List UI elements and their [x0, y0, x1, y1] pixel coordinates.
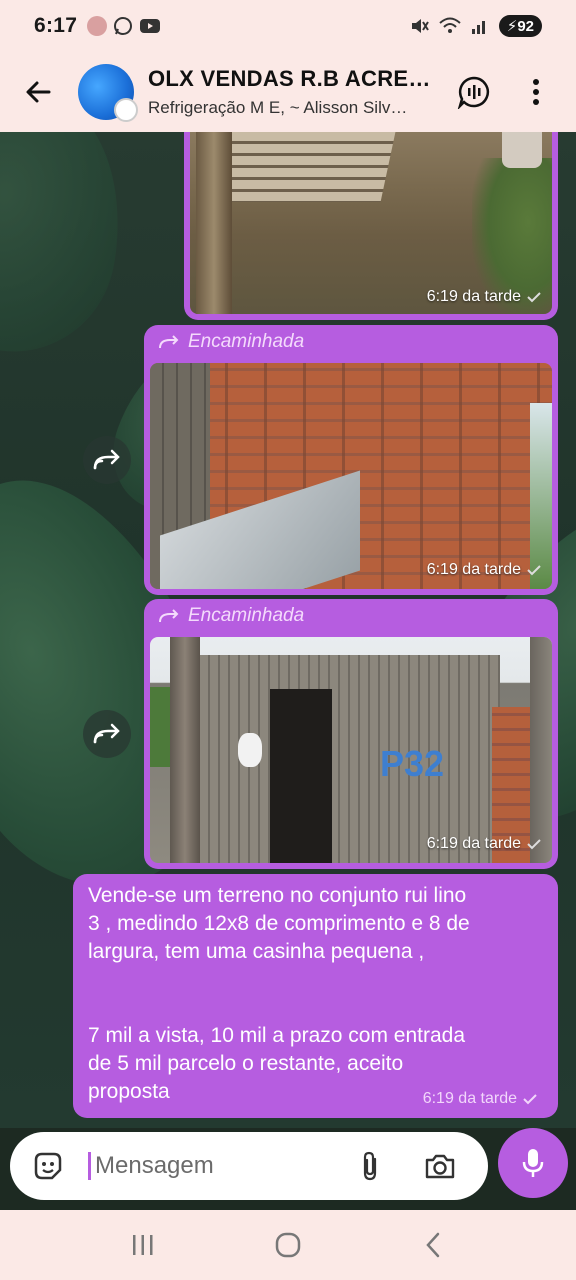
more-options-button[interactable]: [514, 70, 558, 114]
message-timestamp: 6:19 da tarde: [427, 561, 542, 579]
mute-icon: [411, 19, 429, 33]
camera-icon: [425, 1154, 455, 1179]
system-nav-bar: [0, 1210, 576, 1280]
forwarded-image-message[interactable]: Encaminhada P32 6:19 da tarde: [144, 599, 558, 869]
battery-level: 92: [517, 18, 534, 35]
recent-apps-icon: [132, 1235, 153, 1255]
status-bar: 6:17 ⚡92: [0, 0, 576, 52]
message-timestamp: 6:19 da tarde: [427, 835, 542, 853]
forwarded-icon: [159, 609, 179, 623]
message-line: [88, 966, 548, 994]
mic-icon: [522, 1149, 544, 1177]
message-composer: [0, 1128, 576, 1210]
input-pill: [10, 1132, 488, 1200]
forward-icon: [93, 449, 120, 470]
check-icon: [527, 565, 541, 576]
message-line: Vende-se um terreno no conjunto rui lino: [88, 884, 467, 907]
back-icon: [426, 1232, 440, 1258]
timestamp-text: 6:19 da tarde: [426, 835, 521, 852]
youtube-icon: [140, 19, 161, 33]
timestamp-text: 6:19 da tarde: [426, 288, 521, 305]
chat-area[interactable]: 6:19 da tarde Encaminhada 6:19 da tarde: [0, 132, 576, 1128]
camera-button[interactable]: [420, 1146, 460, 1186]
forwarded-label: Encaminhada: [188, 605, 305, 626]
message-photo[interactable]: [150, 363, 552, 589]
forward-icon: [93, 723, 120, 744]
header-actions: [452, 70, 558, 114]
message-line: de 5 mil parcelo o restante, aceito: [88, 1052, 404, 1075]
battery-icon: ⚡92: [498, 15, 542, 37]
message-body: Vende-se um terreno no conjunto rui lino…: [88, 882, 548, 1106]
back-button[interactable]: [8, 62, 68, 122]
message-photo[interactable]: P32: [150, 637, 552, 863]
message-timestamp: 6:19 da tarde: [427, 288, 542, 306]
photo-detail: [238, 733, 262, 767]
photo-detail: P32: [380, 743, 445, 784]
timestamp-text: 6:19 da tarde: [422, 1090, 517, 1107]
message-line: 7 mil a vista, 10 mil a prazo com entrad…: [88, 1024, 465, 1047]
wallpaper-leaf: [0, 132, 142, 368]
voice-chat-button[interactable]: [452, 70, 496, 114]
message-line: largura, tem uma casinha pequena ,: [88, 940, 425, 963]
forwarded-icon: [159, 335, 179, 349]
home-icon: [275, 1232, 301, 1258]
status-system-icons: ⚡92: [409, 15, 542, 37]
message-input[interactable]: [88, 1152, 328, 1180]
forward-button[interactable]: [83, 436, 131, 484]
forward-button[interactable]: [83, 710, 131, 758]
header-info[interactable]: OLX VENDAS R.B ACRE… Refrigeração M E, ~…: [148, 66, 438, 118]
photo-detail: [530, 637, 552, 863]
check-icon: [527, 292, 541, 303]
signal-icon: [471, 21, 485, 34]
group-title: OLX VENDAS R.B ACRE…: [148, 66, 431, 91]
community-badge-icon: [114, 98, 138, 122]
attach-icon: [363, 1151, 377, 1181]
attach-button[interactable]: [350, 1146, 390, 1186]
photo-detail: [170, 637, 200, 863]
mic-button[interactable]: [498, 1128, 568, 1198]
photo-detail: [502, 132, 542, 168]
message-line: [88, 994, 548, 1022]
avatar-icon: [87, 16, 108, 36]
photo-detail: [270, 689, 332, 863]
more-vert-icon: [533, 79, 539, 105]
photo-detail: [150, 687, 170, 767]
message-photo[interactable]: [190, 132, 552, 314]
message-timestamp: 6:19 da tarde: [423, 1090, 538, 1108]
status-time: 6:17: [34, 14, 78, 37]
forwarded-label-row: Encaminhada: [158, 605, 304, 627]
forwarded-image-message[interactable]: Encaminhada 6:19 da tarde: [144, 325, 558, 595]
chat-header: OLX VENDAS R.B ACRE… Refrigeração M E, ~…: [0, 52, 576, 132]
image-message[interactable]: 6:19 da tarde: [184, 132, 558, 320]
check-icon: [527, 839, 541, 850]
photo-detail: [196, 132, 232, 314]
forwarded-label-row: Encaminhada: [158, 331, 304, 353]
text-message[interactable]: Vende-se um terreno no conjunto rui lino…: [73, 874, 558, 1118]
wifi-icon: [439, 17, 461, 33]
forwarded-label: Encaminhada: [188, 331, 305, 352]
group-avatar[interactable]: [78, 64, 138, 122]
message-line: 3 , medindo 12x8 de comprimento e 8 de: [88, 912, 470, 935]
back-arrow-icon: [26, 81, 51, 103]
sticker-icon: [34, 1152, 62, 1180]
whatsapp-icon: [114, 17, 133, 35]
timestamp-text: 6:19 da tarde: [426, 561, 521, 578]
voice-chat-icon: [457, 76, 490, 109]
home-button[interactable]: [258, 1220, 318, 1270]
check-icon: [523, 1094, 537, 1105]
nav-back-button[interactable]: [403, 1220, 463, 1270]
recent-apps-button[interactable]: [113, 1220, 173, 1270]
group-members: Refrigeração M E, ~ Alisson Silv…: [148, 98, 408, 117]
photo-detail: [210, 132, 396, 202]
status-notification-icons: [87, 16, 161, 36]
sticker-button[interactable]: [26, 1144, 70, 1188]
